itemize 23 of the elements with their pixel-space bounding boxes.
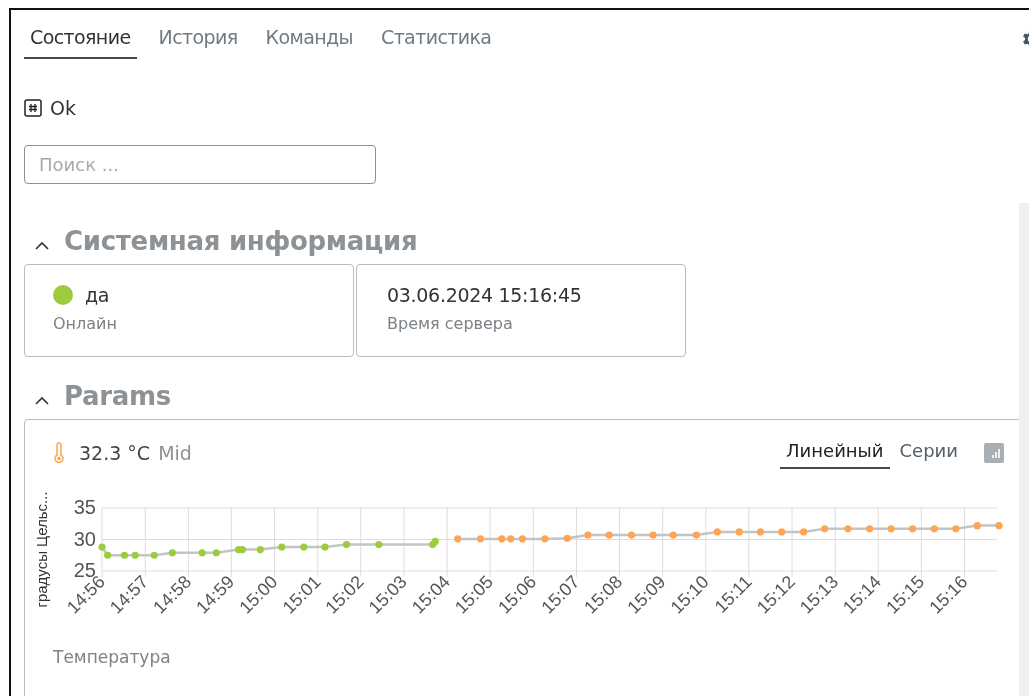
scrollbar[interactable] xyxy=(1019,203,1029,696)
quality-label: Mid xyxy=(158,441,192,464)
y-tick-label: 35 xyxy=(73,496,96,518)
tile-value: 03.06.2024 15:16:45 xyxy=(387,284,582,306)
tab[interactable]: Команды xyxy=(259,24,359,59)
status-label: Ok xyxy=(50,97,76,119)
axis-title: градусы Цельс... xyxy=(33,491,50,608)
y-tick-label: 30 xyxy=(73,527,96,550)
view-tab[interactable]: Линейный xyxy=(780,436,890,469)
legend-label: Температура xyxy=(52,647,172,667)
status-icon xyxy=(24,99,42,117)
thermometer-icon xyxy=(53,441,65,464)
tile-label: Время сервера xyxy=(387,314,514,333)
temperature-reading: 32.3 °C xyxy=(79,441,151,464)
tile-label: Онлайн xyxy=(53,314,118,333)
view-tab[interactable]: Серии xyxy=(893,436,964,469)
search-field[interactable]: Поиск ... xyxy=(24,145,376,184)
section-title: Системная информация xyxy=(64,226,418,256)
section-title: Params xyxy=(64,381,172,411)
tile-value: да xyxy=(85,284,110,306)
tab[interactable]: История xyxy=(152,24,244,59)
tab[interactable]: Состояние xyxy=(24,24,137,59)
tab[interactable]: Статистика xyxy=(375,24,498,59)
